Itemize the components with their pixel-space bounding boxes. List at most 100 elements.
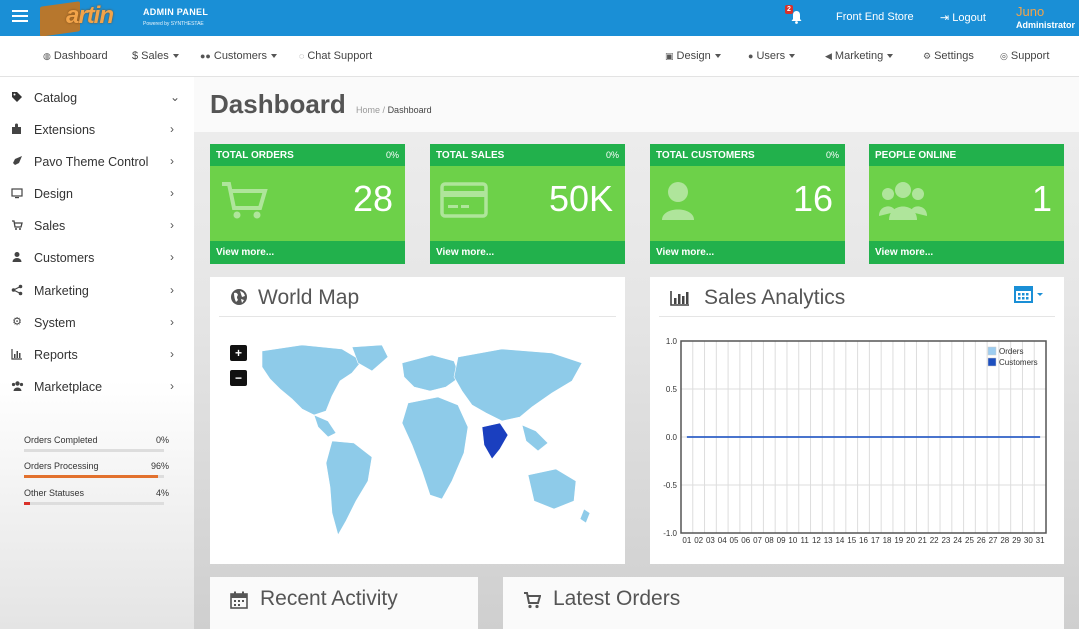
chart-x-tick-label: 28 [1000, 536, 1009, 545]
sidebar-item-sales[interactable]: Sales › [0, 210, 194, 242]
sidebar-item-reports[interactable]: Reports › [0, 339, 194, 371]
nav-customers[interactable]: ●● Customers [200, 50, 278, 62]
sidebar-item-pavo-theme-control[interactable]: Pavo Theme Control › [0, 146, 194, 178]
sidebar-item-marketplace[interactable]: Marketplace › [0, 371, 194, 403]
tile-title: TOTAL ORDERS [216, 150, 294, 161]
rocket-icon [11, 155, 23, 167]
nav-marketing[interactable]: ◀ Marketing [825, 50, 894, 62]
sidebar-item-extensions[interactable]: Extensions › [0, 114, 194, 146]
powered-by: Powered by SYNTHESTAE [143, 21, 204, 27]
breadcrumb-home[interactable]: Home [356, 105, 380, 115]
user-icon [11, 251, 23, 263]
tile-header: TOTAL ORDERS 0% [210, 144, 405, 166]
users-icon: ●● [200, 51, 211, 61]
nav-chat-support-label: Chat Support [307, 50, 373, 62]
chart-x-tick-label: 03 [706, 536, 715, 545]
sidebar-item-system[interactable]: ⚙ System › [0, 307, 194, 339]
nav-dashboard[interactable]: ◍ Dashboard [43, 50, 108, 62]
chevron-down-icon [789, 54, 796, 59]
stat-value: 0% [155, 435, 169, 445]
user-icon [662, 182, 694, 220]
tile-total-customers: TOTAL CUSTOMERS 0% 16 View more... [650, 144, 845, 264]
world-map[interactable] [232, 341, 602, 551]
chart-x-tick-label: 13 [824, 536, 833, 545]
map-region-africa [401, 396, 469, 500]
tile-header: TOTAL CUSTOMERS 0% [650, 144, 845, 166]
chevron-right-icon: › [170, 122, 174, 136]
breadcrumb: Home / Dashboard [356, 105, 432, 115]
nav-settings[interactable]: ⚙ Settings [923, 50, 974, 62]
chart-x-tick-label: 04 [718, 536, 727, 545]
tile-view-more-label: View more... [216, 247, 275, 258]
chart-x-tick-label: 10 [788, 536, 797, 545]
chart-x-tick-label: 22 [930, 536, 939, 545]
tile-view-more[interactable]: View more... [650, 241, 845, 264]
user-name[interactable]: Juno [1016, 4, 1044, 19]
cart-icon [11, 219, 23, 231]
share-icon [11, 284, 23, 296]
map-region-europe [401, 354, 461, 392]
tile-value: 28 [352, 178, 393, 219]
nav-design[interactable]: ▣ Design [665, 50, 721, 62]
sidebar-item-label: Marketplace [34, 380, 103, 394]
sidebar-item-catalog[interactable]: Catalog ⌄ [0, 82, 194, 114]
sidebar-item-label: Customers [34, 251, 95, 265]
nav-users[interactable]: ● Users [748, 50, 796, 62]
map-region-asia [453, 348, 583, 422]
chevron-right-icon: › [170, 283, 174, 297]
sidebar-item-label: Sales [34, 219, 66, 233]
tile-total-orders: TOTAL ORDERS 0% 28 View more... [210, 144, 405, 264]
chart-x-tick-label: 05 [730, 536, 739, 545]
sidebar-item-marketing[interactable]: Marketing › [0, 275, 194, 307]
tile-view-more[interactable]: View more... [210, 241, 405, 264]
tile-percent: 0% [385, 150, 399, 160]
menu-toggle-icon[interactable] [12, 10, 28, 24]
chevron-down-icon [172, 54, 179, 59]
front-store-link[interactable]: Front End Store [836, 11, 914, 23]
page-title: Dashboard [210, 89, 346, 119]
chart-x-tick-label: 21 [918, 536, 927, 545]
tile-people-online: PEOPLE ONLINE 1 View more... [869, 144, 1064, 264]
users-icon [879, 182, 927, 220]
bell-icon[interactable] [790, 10, 803, 27]
world-map-title: World Map [258, 286, 360, 309]
tile-value: 16 [792, 178, 833, 219]
chart-x-tick-label: 06 [741, 536, 750, 545]
tile-percent: 0% [605, 150, 619, 160]
chart-x-tick-label: 17 [871, 536, 880, 545]
nav-support[interactable]: ◎ Support [1000, 50, 1049, 62]
gears-icon: ⚙ [923, 51, 932, 61]
chevron-right-icon: › [170, 186, 174, 200]
nav-sales[interactable]: $ Sales [132, 50, 179, 62]
admin-panel-label: ADMIN PANEL [143, 7, 209, 17]
map-region-greenland [351, 344, 389, 372]
chart-y-tick-label: -0.5 [663, 481, 677, 490]
tile-view-more-label: View more... [656, 247, 715, 258]
recent-activity-title: Recent Activity [260, 587, 398, 610]
chart-x-tick-label: 24 [953, 536, 962, 545]
latest-orders-panel: Latest Orders [503, 577, 1064, 629]
tile-total-sales: TOTAL SALES 0% 50K View more... [430, 144, 625, 264]
nav-chat-support[interactable]: ◌ Chat Support [299, 50, 372, 62]
tile-view-more[interactable]: View more... [869, 241, 1064, 264]
map-region-north-america [261, 344, 363, 416]
calendar-dropdown-icon[interactable] [1014, 285, 1044, 303]
chevron-down-icon: ⌄ [170, 90, 181, 104]
bullhorn-icon: ◀ [825, 51, 832, 61]
main-nav: ◍ Dashboard $ Sales ●● Customers ◌ Chat Sup… [0, 36, 1079, 77]
world-map-panel: World Map + − [210, 277, 625, 564]
tile-title: PEOPLE ONLINE [875, 150, 957, 161]
desktop-icon [11, 187, 23, 199]
logout-link[interactable]: ⇥ Logout [940, 11, 986, 24]
chevron-down-icon [887, 54, 894, 59]
chevron-right-icon: › [170, 379, 174, 393]
bar-chart-icon [11, 348, 23, 360]
sales-analytics-panel: Sales Analytics 1.0 0.5 0.0 -0.5 -1.0 01 02 03 0… [650, 277, 1064, 564]
logo[interactable]: artin [40, 0, 136, 37]
tile-view-more[interactable]: View more... [430, 241, 625, 264]
chevron-right-icon: › [170, 250, 174, 264]
sidebar-item-customers[interactable]: Customers › [0, 242, 194, 274]
sidebar-item-label: Marketing [34, 284, 89, 298]
chevron-down-icon [714, 54, 721, 59]
sidebar-item-design[interactable]: Design › [0, 178, 194, 210]
